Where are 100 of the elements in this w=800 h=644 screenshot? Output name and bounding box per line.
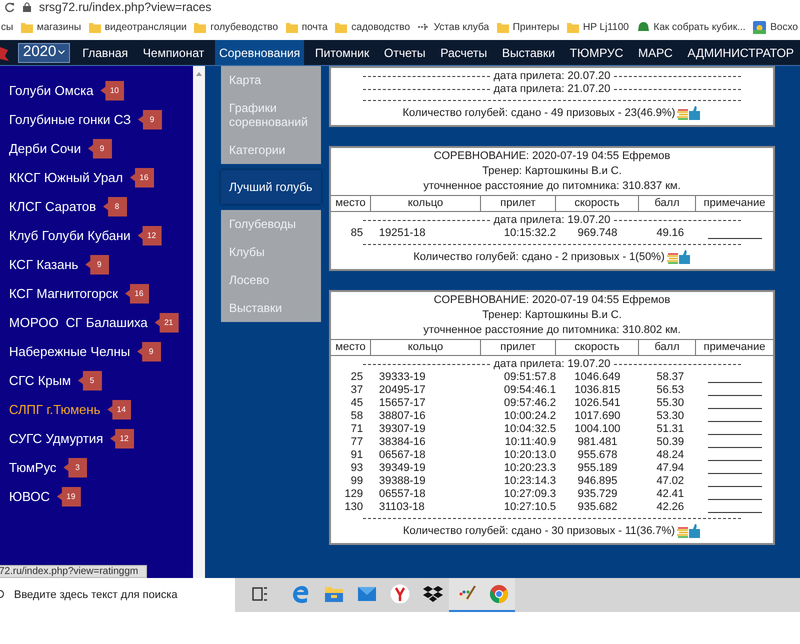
table-cell-text: 981.481 (576, 436, 618, 449)
table-cell-text: 39333-19 (378, 371, 426, 384)
arrival-date: дата прилета: 20.07.20 (494, 70, 610, 83)
blank-line (708, 238, 762, 239)
blank-line (708, 447, 762, 448)
club-link[interactable]: Клуб Голуби Кубани (9, 226, 131, 246)
url-text[interactable]: srsg72.ru/index.php?view=races (39, 1, 212, 13)
table-cell-text: 37 (350, 384, 364, 397)
nav-link[interactable]: МАРС (634, 40, 677, 65)
task-view-icon[interactable] (252, 587, 268, 601)
nav-link[interactable]: Чемпионат (138, 40, 208, 65)
bookmark-link[interactable]: садоводство (351, 20, 410, 34)
table-cell-text: 50.39 (655, 436, 685, 449)
bookmark-link[interactable]: Принтеры (512, 20, 560, 34)
arrival-date: дата прилета: 19.07.20 (494, 214, 610, 227)
scroll-up-icon[interactable] (196, 72, 202, 76)
table-cell-text: 19251-18 (378, 227, 426, 240)
club-link[interactable]: КЛСГ Саратов (9, 196, 96, 216)
bookmark-link[interactable]: почта (302, 20, 328, 34)
club-link[interactable]: СУГС Удмуртия (9, 428, 104, 448)
table-cell-text: 10:27:10.5 (503, 501, 556, 514)
nav-link[interactable]: Соревнования (215, 40, 304, 65)
club-link[interactable]: ЮВОС (9, 486, 50, 506)
dropbox-icon[interactable] (422, 585, 442, 603)
lock-icon[interactable] (23, 2, 31, 12)
bookmark-link[interactable]: сы (1, 20, 14, 34)
folder-icon (194, 22, 206, 32)
club-link[interactable]: ТюмРус (9, 458, 56, 478)
table-cell-text: 10:04:32.5 (503, 423, 556, 436)
club-link[interactable]: КСГ Магнитогорск (9, 284, 118, 304)
bookmark-link[interactable]: видеотрансляции (104, 20, 187, 34)
count-badge: 16 (125, 284, 149, 304)
count-badge: 3 (63, 458, 88, 478)
bookmark-link[interactable]: голубеводство (210, 20, 278, 34)
table-cell-text: 38384-16 (378, 436, 426, 449)
nav-link[interactable]: Расчеты (436, 40, 492, 65)
club-link[interactable]: КСГ Казань (9, 254, 78, 274)
table-cell-text: 10:15:32.2 (503, 227, 556, 240)
club-link[interactable]: ККСГ Южный Урал (9, 168, 123, 188)
table-cell-text: 09:57:46.2 (503, 397, 556, 410)
thumbs-up-icon (676, 523, 701, 539)
club-link[interactable]: Дерби Сочи (9, 138, 81, 158)
envelope-icon[interactable] (356, 586, 376, 602)
club-link[interactable]: СЛПГ г.Тюмень (9, 400, 100, 420)
table-cell-text: 55.30 (655, 397, 685, 410)
bookmark-link[interactable]: HP Lj1100 (583, 20, 629, 34)
table-cell-text: 47.02 (655, 475, 685, 488)
club-link[interactable]: Голуби Омска (9, 80, 94, 100)
club-link[interactable]: СГС Крым (9, 370, 71, 390)
club-link[interactable]: МОРОО СГ Балашиха (9, 312, 148, 332)
bookmark-link[interactable]: Как собрать кубик... (654, 20, 746, 34)
bookmark-link[interactable]: Восхо (770, 20, 798, 34)
arrival-date: дата прилета: 21.07.20 (494, 83, 610, 96)
scrollbar[interactable] (193, 66, 205, 578)
nav-link[interactable]: АДМИНИСТРАТОР (683, 40, 798, 65)
count-badge: 9 (85, 254, 110, 274)
table-cell-text: 71 (350, 423, 364, 436)
table-cell-text: 09:51:57.8 (503, 371, 556, 384)
search-field[interactable]: Введите здесь текст для поиска (0, 578, 235, 612)
thumbs-up-icon (666, 249, 691, 265)
blank-line (708, 460, 762, 461)
count-badge: 5 (78, 370, 102, 390)
palette-icon[interactable] (456, 584, 476, 604)
nav-link[interactable]: Отчеты (380, 40, 430, 65)
trainer-line: Тренер: Картошкины В.и С. (481, 309, 623, 322)
nav-link[interactable]: Питомник (311, 40, 374, 65)
table-cell-text: 10:00:24.2 (503, 410, 556, 423)
table-cell-text: 955.678 (576, 449, 618, 462)
bookmark-link[interactable]: Устав клуба (434, 20, 490, 34)
nav-link[interactable]: Выставки (498, 40, 559, 65)
dropdown-item[interactable]: Лучший голубь (221, 170, 321, 204)
summary-text: Количество голубей: сдано - 30 призовых - 11(36.7%) (403, 524, 675, 538)
thumbs-up-icon (677, 105, 702, 121)
club-link[interactable]: Голубиные гонки СЗ (9, 110, 131, 130)
table-cell-text: 946.895 (576, 475, 618, 488)
table-cell-text: 1036.815 (574, 384, 622, 397)
folder-icon[interactable] (324, 585, 344, 603)
table-cell-text: 56.53 (655, 384, 685, 397)
table-cell-text: 15657-17 (378, 397, 426, 410)
blank-line (708, 421, 762, 422)
table-cell-text: 10:20:13.0 (503, 449, 556, 462)
table-cell-text: 91 (350, 449, 364, 462)
table-cell-text: 10:20:23.3 (503, 462, 556, 475)
year-select[interactable]: 2020 (18, 42, 70, 62)
nav-link[interactable]: Главная (78, 40, 132, 65)
count-badge: 9 (88, 138, 112, 158)
nav-link[interactable]: ТЮМРУС (566, 40, 628, 65)
club-link[interactable]: Набережные Челны (9, 342, 130, 362)
browser-e-icon[interactable] (290, 584, 310, 604)
table-cell-text: 25 (350, 371, 364, 384)
table-cell-text: 45 (350, 397, 364, 410)
summary-text: Количество голубей: сдано - 2 призовых - 1(50%) (413, 250, 665, 264)
blank-line (708, 408, 762, 409)
arrival-date: дата прилета: 19.07.20 (494, 358, 610, 371)
blank-line (708, 395, 762, 396)
y-letter-icon[interactable] (390, 584, 410, 604)
reload-icon[interactable] (4, 2, 15, 12)
bookmark-link[interactable]: магазины (36, 20, 82, 34)
chrome-icon[interactable] (488, 584, 508, 604)
folder-icon (20, 22, 33, 32)
